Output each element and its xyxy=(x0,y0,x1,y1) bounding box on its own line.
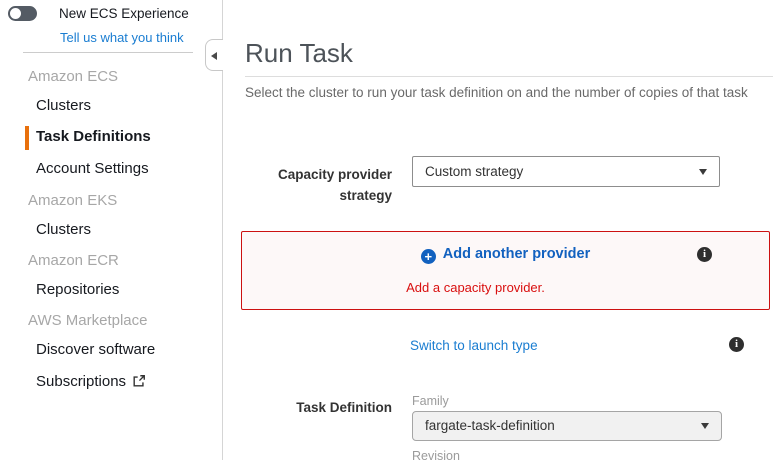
dropdown-caret-icon xyxy=(699,169,707,175)
title-divider xyxy=(245,76,773,77)
sidebar-item-ecs-clusters[interactable]: Clusters xyxy=(36,97,91,114)
sidebar-item-eks-clusters[interactable]: Clusters xyxy=(36,221,91,238)
add-another-provider-label: Add another provider xyxy=(443,246,590,262)
capacity-provider-error-box: + Add another provider i Add a capacity p… xyxy=(241,231,770,310)
sidebar-item-account-settings[interactable]: Account Settings xyxy=(36,160,149,177)
task-definition-label: Task Definition xyxy=(245,397,392,418)
sidebar-collapse-button[interactable] xyxy=(205,39,223,71)
feedback-link[interactable]: Tell us what you think xyxy=(60,30,184,45)
sidebar-item-repositories[interactable]: Repositories xyxy=(36,281,119,298)
section-header-amazon-ecs: Amazon ECS xyxy=(28,68,118,85)
info-icon[interactable]: i xyxy=(697,247,712,262)
add-another-provider-button[interactable]: + Add another provider xyxy=(242,246,769,264)
section-header-aws-marketplace: AWS Marketplace xyxy=(28,312,147,329)
page-description: Select the cluster to run your task defi… xyxy=(245,85,748,100)
sidebar-item-discover-software[interactable]: Discover software xyxy=(36,341,155,358)
info-icon[interactable]: i xyxy=(729,337,744,352)
sidebar: New ECS Experience Tell us what you thin… xyxy=(0,0,222,460)
sidebar-item-subscriptions[interactable]: Subscriptions xyxy=(36,373,146,392)
new-ecs-experience-label: New ECS Experience xyxy=(59,6,189,21)
external-link-icon xyxy=(132,374,146,392)
plus-circle-icon: + xyxy=(421,249,436,264)
capacity-provider-strategy-label: Capacity provider strategy xyxy=(245,164,392,206)
selected-strategy-value: Custom strategy xyxy=(425,164,523,179)
new-ecs-experience-toggle[interactable] xyxy=(8,6,37,21)
switch-to-launch-type-link[interactable]: Switch to launch type xyxy=(410,338,538,353)
capacity-provider-strategy-select[interactable]: Custom strategy xyxy=(412,156,720,187)
sidebar-divider xyxy=(23,52,193,53)
toggle-knob xyxy=(10,8,21,19)
selected-family-value: fargate-task-definition xyxy=(425,418,555,433)
family-field-label: Family xyxy=(412,394,449,408)
section-header-amazon-eks: Amazon EKS xyxy=(28,192,117,209)
page-title: Run Task xyxy=(245,38,353,69)
dropdown-caret-icon xyxy=(701,423,709,429)
capacity-provider-error-text: Add a capacity provider. xyxy=(242,280,709,295)
active-item-indicator xyxy=(25,126,29,150)
sidebar-item-task-definitions[interactable]: Task Definitions xyxy=(36,128,151,145)
sidebar-item-label: Subscriptions xyxy=(36,373,126,390)
family-select[interactable]: fargate-task-definition xyxy=(412,411,722,441)
section-header-amazon-ecr: Amazon ECR xyxy=(28,252,119,269)
chevron-left-icon xyxy=(211,52,217,60)
revision-field-label: Revision xyxy=(412,449,460,463)
